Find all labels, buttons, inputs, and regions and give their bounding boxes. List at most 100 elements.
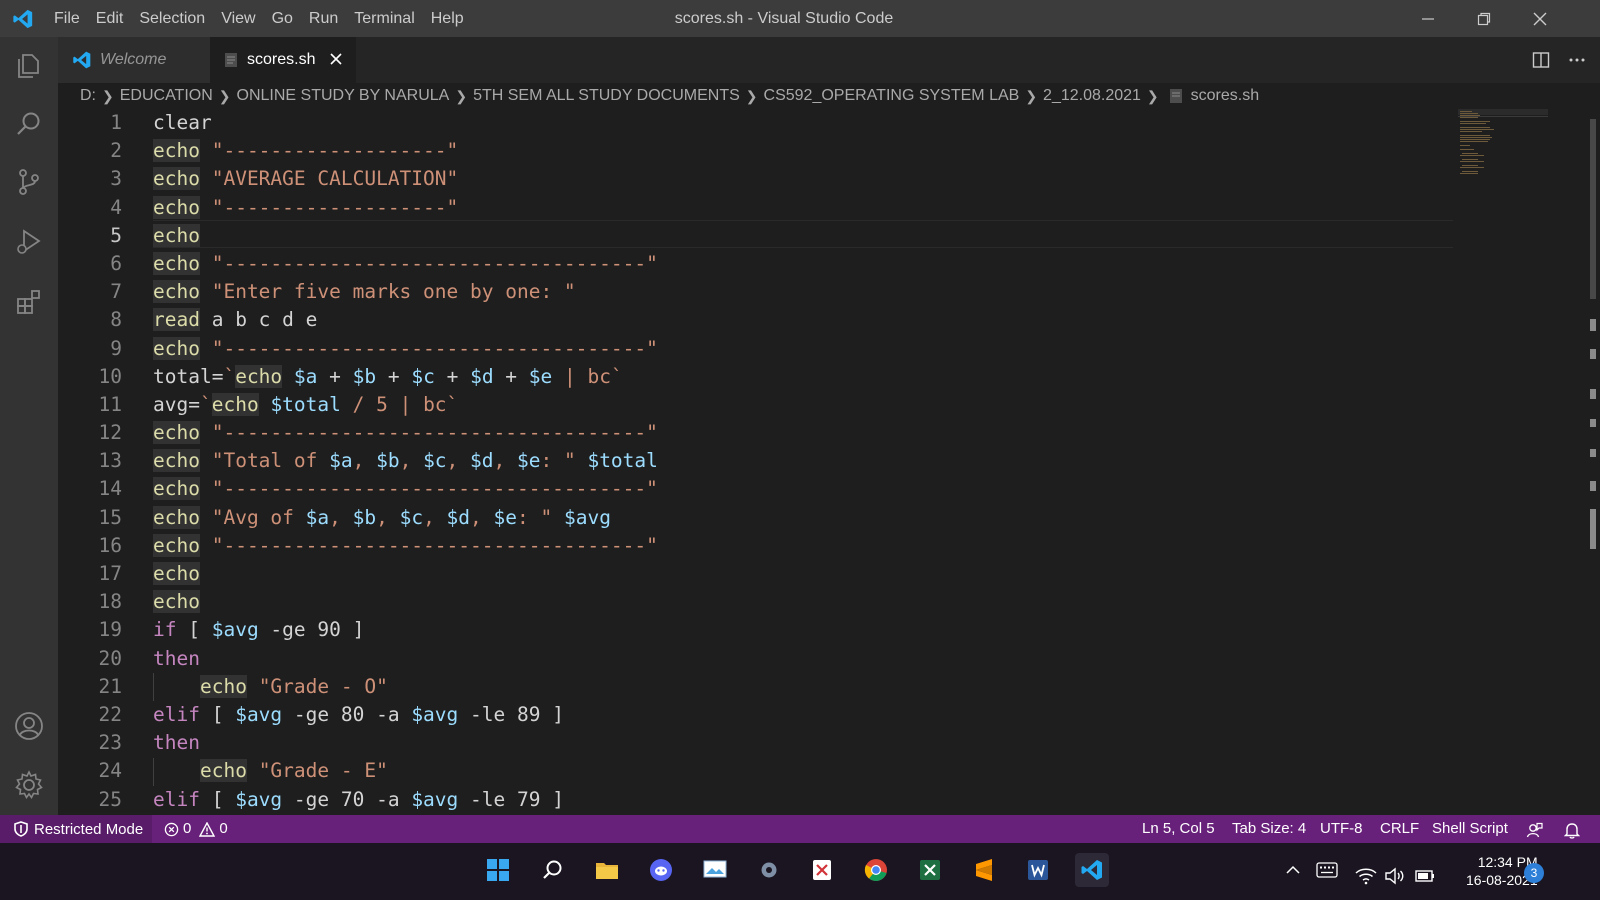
cursor-position[interactable]: Ln 5, Col 5	[1142, 815, 1215, 843]
more-actions-icon[interactable]	[1568, 51, 1586, 69]
code-token: echo	[199, 674, 247, 698]
code-token: then	[153, 646, 200, 670]
chrome-icon[interactable]	[859, 853, 893, 887]
restricted-mode-button[interactable]: Restricted Mode	[0, 815, 152, 843]
code-token: "------------------------------------"	[211, 421, 658, 445]
keyboard-icon[interactable]	[1310, 853, 1344, 887]
code-line[interactable]: 6 echo "---------------------------------…	[58, 250, 1458, 278]
breadcrumb-item[interactable]: D:	[80, 87, 96, 105]
photos-icon[interactable]	[698, 853, 732, 887]
chevron-up-icon[interactable]	[1276, 853, 1310, 887]
tab-scores-label: scores.sh	[247, 51, 316, 68]
volume-icon[interactable]	[1378, 859, 1412, 893]
word-icon[interactable]	[1021, 853, 1055, 887]
code-line[interactable]: 23 then	[58, 729, 1458, 757]
code-token: total=	[153, 364, 224, 388]
code-line[interactable]: 18 echo	[58, 588, 1458, 616]
breadcrumb-item[interactable]: ONLINE STUDY BY NARULA	[237, 87, 450, 105]
code-line[interactable]: 8 read a b c d e	[58, 306, 1458, 334]
code-line[interactable]: 7 echo "Enter five marks one by one: "	[58, 278, 1458, 306]
line-code: echo "----------------------------------…	[153, 335, 658, 363]
end-of-line[interactable]: CRLF	[1380, 815, 1419, 843]
code-line[interactable]: 16 echo "--------------------------------…	[58, 532, 1458, 560]
code-line[interactable]: 20 then	[58, 645, 1458, 673]
snipping-tool-icon[interactable]	[805, 853, 839, 887]
line-code: elif [ $avg -ge 80 -a $avg -le 89 ]	[153, 701, 564, 729]
code-line[interactable]: 5 echo	[58, 222, 1458, 250]
settings-icon[interactable]	[752, 853, 786, 887]
search-icon[interactable]	[12, 107, 46, 141]
close-tab-button[interactable]	[326, 49, 346, 69]
code-token: "AVERAGE CALCULATION"	[211, 167, 459, 191]
chevron-right-icon: ❯	[745, 87, 758, 104]
vscode-taskbar-icon[interactable]	[1075, 853, 1109, 887]
file-explorer-icon[interactable]	[590, 853, 624, 887]
line-code: echo "Grade - E"	[153, 757, 388, 785]
minimize-button[interactable]	[1400, 0, 1456, 37]
code-line[interactable]: 17 echo	[58, 560, 1458, 588]
line-number: 23	[98, 731, 122, 755]
windows-start-icon[interactable]	[481, 853, 515, 887]
code-token: $d	[446, 505, 471, 529]
explorer-icon[interactable]	[12, 49, 46, 83]
code-line[interactable]: 22 elif [ $avg -ge 80 -a $avg -le 89 ]	[58, 701, 1458, 729]
tab-size[interactable]: Tab Size: 4	[1232, 815, 1306, 843]
code-token: echo	[153, 421, 200, 445]
code-line[interactable]: 12 echo "--------------------------------…	[58, 419, 1458, 447]
run-debug-icon[interactable]	[12, 225, 46, 259]
extensions-icon[interactable]	[12, 285, 46, 319]
code-line[interactable]: 3 echo "AVERAGE CALCULATION"	[58, 165, 1458, 193]
code-line[interactable]: 15 echo "Avg of $a, $b, $c, $d, $e: " $av…	[58, 504, 1458, 532]
code-token: $c	[423, 449, 447, 473]
code-line[interactable]: 4 echo "-------------------"	[58, 194, 1458, 222]
code-line[interactable]: 13 echo "Total of $a, $b, $c, $d, $e: " $…	[58, 447, 1458, 475]
code-editor[interactable]: 1 clear 2 echo "-------------------" 3 echo "…	[58, 109, 1600, 833]
breadcrumb-item[interactable]: 2_12.08.2021	[1043, 87, 1141, 105]
breadcrumb-item[interactable]: CS592_OPERATING SYSTEM LAB	[764, 87, 1020, 105]
source-control-icon[interactable]	[12, 165, 46, 199]
code-token: [	[199, 787, 236, 811]
discord-icon[interactable]	[644, 853, 678, 887]
code-line[interactable]: 9 echo "---------------------------------…	[58, 335, 1458, 363]
search-icon[interactable]	[536, 853, 570, 887]
line-code: echo	[153, 588, 200, 616]
split-editor-icon[interactable]	[1532, 51, 1550, 69]
code-line[interactable]: 21 echo "Grade - O"	[58, 673, 1458, 701]
vscode-icon	[73, 51, 91, 69]
breadcrumb-file[interactable]: scores.sh	[1191, 87, 1259, 105]
vertical-scrollbar[interactable]	[1586, 109, 1598, 833]
breadcrumb-item[interactable]: 5TH SEM ALL STUDY DOCUMENTS	[473, 87, 740, 105]
activity-bar	[0, 37, 58, 833]
language-mode[interactable]: Shell Script	[1432, 815, 1508, 843]
battery-icon[interactable]	[1408, 859, 1442, 893]
gear-icon[interactable]	[12, 768, 46, 802]
line-number: 5	[110, 223, 122, 247]
sublime-text-icon[interactable]	[967, 853, 1001, 887]
code-token: elif	[153, 702, 200, 726]
code-line[interactable]: 24 echo "Grade - E"	[58, 757, 1458, 785]
code-token: $e	[517, 449, 541, 473]
code-line[interactable]: 11 avg=`echo $total / 5 | bc`	[58, 391, 1458, 419]
minimap[interactable]	[1458, 109, 1548, 189]
code-line[interactable]: 25 elif [ $avg -ge 70 -a $avg -le 79 ]	[58, 786, 1458, 814]
accounts-icon[interactable]	[12, 709, 46, 743]
code-line[interactable]: 14 echo "--------------------------------…	[58, 475, 1458, 503]
tab-welcome[interactable]: Welcome	[58, 37, 210, 83]
code-line[interactable]: 19 if [ $avg -ge 90 ]	[58, 616, 1458, 644]
code-line[interactable]: 2 echo "-------------------"	[58, 137, 1458, 165]
breadcrumb-item[interactable]: EDUCATION	[120, 87, 213, 105]
code-token: echo	[153, 477, 200, 501]
excel-icon[interactable]	[913, 853, 947, 887]
close-window-button[interactable]	[1512, 0, 1568, 37]
restore-button[interactable]	[1456, 0, 1512, 37]
line-number: 9	[110, 336, 122, 360]
code-line[interactable]: 1 clear	[58, 109, 1458, 137]
code-line[interactable]: 10 total=`echo $a + $b + $c + $d + $e | b…	[58, 363, 1458, 391]
line-number: 10	[98, 364, 122, 388]
encoding[interactable]: UTF-8	[1320, 815, 1363, 843]
tab-scores-sh[interactable]: scores.sh	[210, 37, 356, 83]
problems-button[interactable]: 0 0	[164, 815, 228, 843]
notification-badge[interactable]: 3	[1524, 863, 1544, 883]
